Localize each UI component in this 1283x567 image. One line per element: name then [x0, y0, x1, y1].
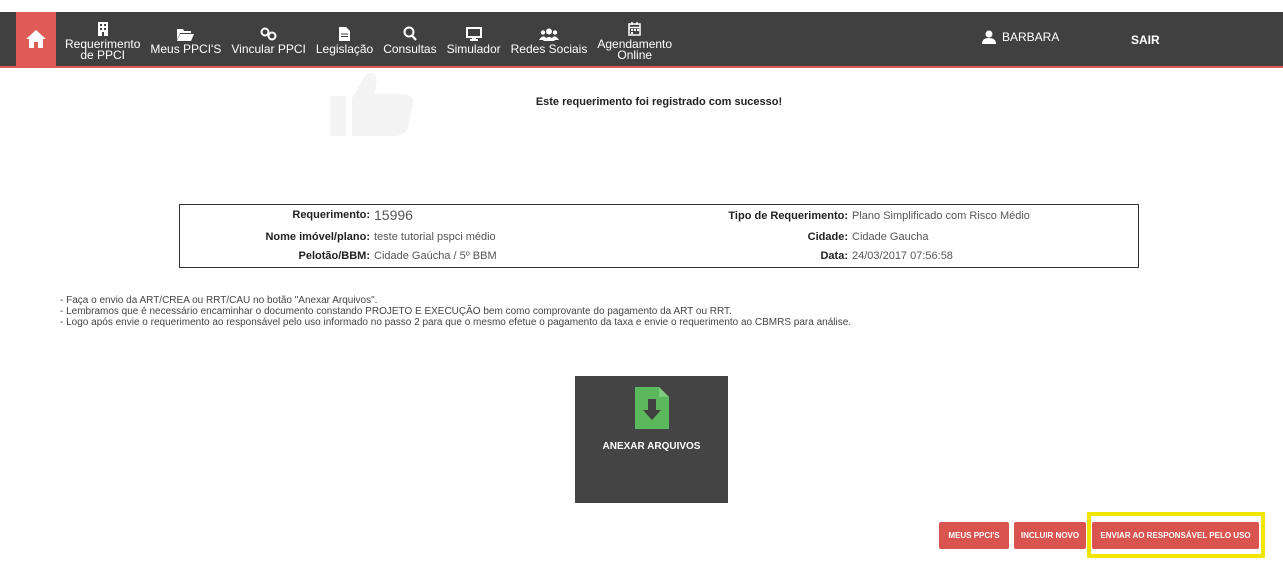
- calendar-icon: [628, 18, 641, 36]
- nav-simulador[interactable]: Simulador: [442, 12, 506, 66]
- download-document-icon: [634, 387, 669, 429]
- nav-label: Meus PPCI'S: [150, 42, 222, 56]
- home-button[interactable]: [16, 12, 56, 66]
- tipo-value: Plano Simplificado com Risco Médio: [852, 210, 1030, 222]
- attach-files-label: ANEXAR ARQUIVOS: [602, 441, 701, 452]
- search-icon: [403, 23, 417, 41]
- success-message: Este requerimento foi registrado com suc…: [535, 96, 783, 108]
- requerimento-label: Requerimento:: [292, 209, 370, 221]
- nav-label: Vincular PPCI: [231, 42, 306, 56]
- nav-label: Consultas: [383, 42, 437, 56]
- nav-label: Redes Sociais: [510, 42, 588, 56]
- requerimento-value: 15996: [374, 207, 413, 223]
- row-data: Data: 24/03/2017 07:56:58: [650, 247, 953, 265]
- row-tipo: Tipo de Requerimento: Plano Simplificado…: [650, 207, 1030, 225]
- request-summary-box: Requerimento: 15996 Nome imóvel/plano: t…: [179, 204, 1139, 268]
- nav-vincular-ppci[interactable]: Vincular PPCI: [226, 12, 310, 66]
- user-icon: [982, 30, 996, 44]
- highlight-box: [1087, 512, 1265, 558]
- note-line: - Lembramos que é necessário encaminhar …: [60, 306, 732, 317]
- nav-meus-ppcis[interactable]: Meus PPCI'S: [145, 12, 226, 66]
- row-cidade: Cidade: Cidade Gaucha: [650, 228, 929, 246]
- tipo-label: Tipo de Requerimento:: [728, 210, 848, 222]
- meus-ppcis-button[interactable]: MEUS PPCI'S: [939, 522, 1009, 549]
- users-icon: [538, 23, 559, 41]
- row-nome: Nome imóvel/plano: teste tutorial pspci …: [180, 228, 496, 246]
- building-icon: [96, 18, 110, 36]
- instruction-notes: - Faça o envio da ART/CREA ou RRT/CAU no…: [60, 295, 851, 328]
- nome-value: teste tutorial pspci médio: [374, 231, 496, 243]
- row-pelotao: Pelotão/BBM: Cidade Gaúcha / 5º BBM: [180, 247, 497, 265]
- main-nav: Requerimento de PPCI Meus PPCI'S Vincula…: [60, 12, 677, 66]
- folder-open-icon: [177, 23, 195, 41]
- nav-label: Online: [617, 47, 653, 62]
- incluir-novo-button[interactable]: INCLUIR NOVO: [1014, 522, 1086, 549]
- home-icon: [26, 30, 46, 48]
- cidade-value: Cidade Gaucha: [852, 231, 929, 243]
- data-label: Data:: [820, 250, 848, 262]
- nav-label: de PPCI: [80, 47, 126, 62]
- nome-label: Nome imóvel/plano:: [265, 231, 370, 243]
- row-requerimento: Requerimento: 15996: [180, 206, 413, 224]
- link-icon: [260, 23, 278, 41]
- note-line: - Logo após envie o requerimento ao resp…: [60, 317, 852, 328]
- note-line: - Faça o envio da ART/CREA ou RRT/CAU no…: [60, 295, 378, 306]
- user-name: BARBARA: [1002, 30, 1060, 44]
- data-value: 24/03/2017 07:56:58: [852, 250, 953, 262]
- nav-agendamento[interactable]: Agendamento Online: [592, 12, 677, 66]
- logout-link[interactable]: SAIR: [1131, 33, 1160, 47]
- nav-label: Legislação: [315, 42, 374, 56]
- monitor-icon: [465, 23, 482, 41]
- nav-legislacao[interactable]: Legislação: [311, 12, 378, 66]
- document-icon: [339, 23, 351, 41]
- nav-label: Simulador: [446, 42, 501, 56]
- nav-consultas[interactable]: Consultas: [378, 12, 441, 66]
- nav-redes-sociais[interactable]: Redes Sociais: [506, 12, 593, 66]
- user-menu[interactable]: BARBARA: [982, 30, 1059, 44]
- nav-requerimento[interactable]: Requerimento de PPCI: [60, 12, 145, 66]
- pelotao-value: Cidade Gaúcha / 5º BBM: [374, 250, 497, 262]
- cidade-label: Cidade:: [807, 231, 848, 243]
- attach-files-button[interactable]: ANEXAR ARQUIVOS: [575, 376, 728, 503]
- pelotao-label: Pelotão/BBM:: [298, 250, 371, 262]
